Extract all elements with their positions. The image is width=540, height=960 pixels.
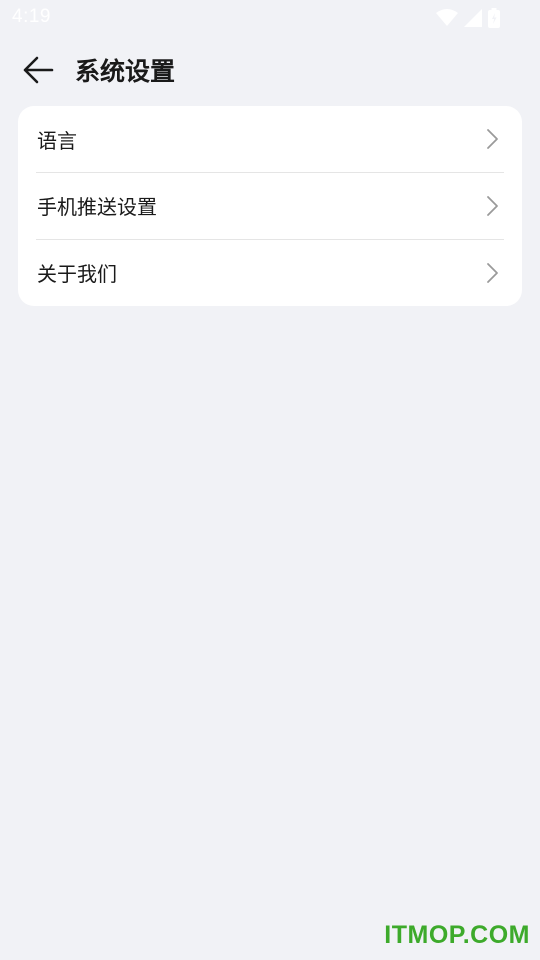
- app-header: 系统设置: [0, 48, 540, 96]
- chevron-right-icon: [486, 128, 500, 150]
- chevron-right-icon: [486, 195, 500, 217]
- settings-item-language[interactable]: 语言: [18, 106, 522, 172]
- status-time: 4:19: [12, 6, 51, 27]
- battery-icon: [488, 8, 500, 28]
- back-button[interactable]: [18, 54, 58, 90]
- settings-item-label: 手机推送设置: [37, 195, 157, 219]
- settings-item-about-us[interactable]: 关于我们: [18, 239, 522, 306]
- status-icons: [436, 8, 500, 28]
- arrow-left-icon: [22, 56, 54, 88]
- settings-item-label: 语言: [37, 128, 77, 153]
- chevron-right-icon: [486, 262, 500, 284]
- wifi-icon: [436, 9, 458, 27]
- watermark: ITMOP.COM: [384, 921, 530, 949]
- settings-card: 语言 手机推送设置 关于我们: [18, 106, 522, 306]
- signal-icon: [464, 9, 482, 27]
- page-title: 系统设置: [75, 57, 176, 86]
- settings-item-label: 关于我们: [37, 262, 117, 286]
- status-bar: 4:19: [0, 0, 540, 36]
- settings-item-push-notifications[interactable]: 手机推送设置: [18, 172, 522, 239]
